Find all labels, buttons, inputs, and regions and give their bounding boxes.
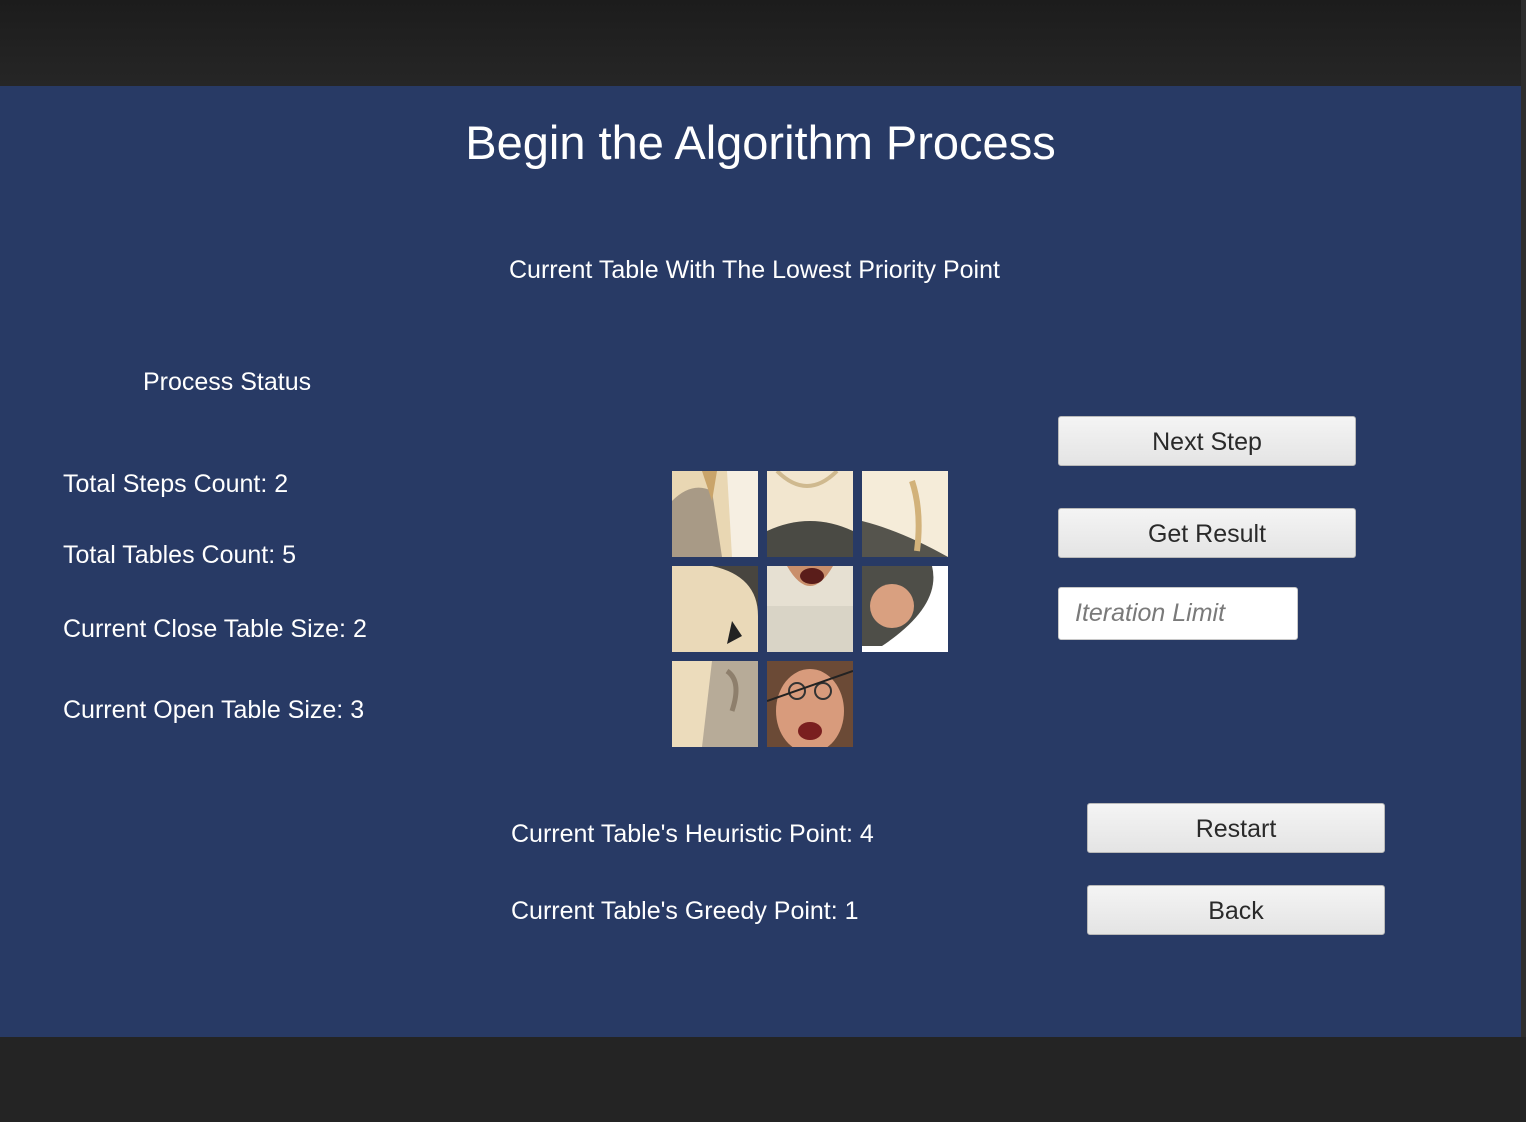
puzzle-tile[interactable]: [767, 661, 853, 747]
puzzle-tile[interactable]: [672, 566, 758, 652]
heuristic-point: Current Table's Heuristic Point: 4: [511, 820, 874, 848]
back-button[interactable]: Back: [1087, 885, 1385, 935]
bottom-letterbox: [0, 1037, 1526, 1122]
page-title: Begin the Algorithm Process: [465, 116, 1056, 169]
top-letterbox: [0, 0, 1526, 86]
total-steps-count: Total Steps Count: 2: [63, 470, 289, 498]
puzzle-tile[interactable]: [672, 661, 758, 747]
process-status-heading: Process Status: [143, 368, 312, 396]
table-heading: Current Table With The Lowest Priority P…: [509, 256, 1000, 284]
get-result-button[interactable]: Get Result: [1058, 508, 1356, 558]
next-step-button[interactable]: Next Step: [1058, 416, 1356, 466]
puzzle-tile[interactable]: [672, 471, 758, 557]
puzzle-tile[interactable]: [862, 471, 948, 557]
puzzle-tile[interactable]: [767, 471, 853, 557]
close-table-size: Current Close Table Size: 2: [63, 615, 367, 643]
iteration-limit-input[interactable]: [1058, 587, 1298, 640]
puzzle-tile[interactable]: [862, 566, 948, 652]
total-tables-count: Total Tables Count: 5: [63, 541, 297, 569]
greedy-point: Current Table's Greedy Point: 1: [511, 897, 859, 925]
open-table-size: Current Open Table Size: 3: [63, 696, 365, 724]
puzzle-tile[interactable]: [767, 566, 853, 652]
restart-button[interactable]: Restart: [1087, 803, 1385, 853]
right-edge: [1521, 0, 1526, 1122]
